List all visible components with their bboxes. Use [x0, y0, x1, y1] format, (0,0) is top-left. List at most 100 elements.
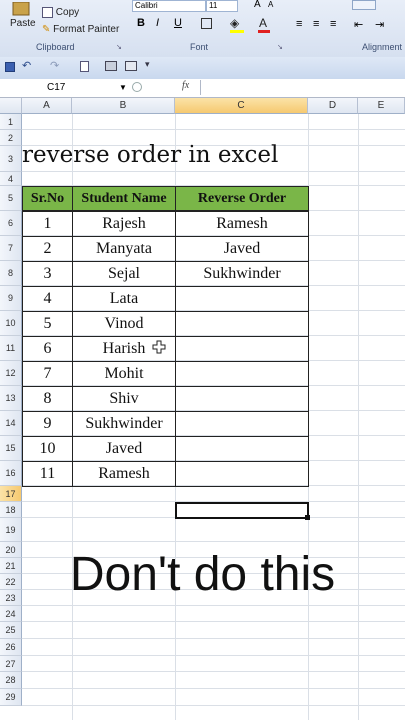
- row-header[interactable]: 10: [0, 311, 22, 336]
- column-header-b[interactable]: B: [72, 98, 175, 114]
- row-header[interactable]: 27: [0, 656, 22, 672]
- srno-cell[interactable]: 10: [22, 436, 73, 462]
- row-header[interactable]: 19: [0, 518, 22, 542]
- font-size-select[interactable]: 11: [206, 0, 238, 12]
- student-name-cell[interactable]: Manyata: [72, 236, 176, 262]
- row-header[interactable]: 7: [0, 236, 22, 261]
- row-header[interactable]: 16: [0, 461, 22, 486]
- row-header[interactable]: 9: [0, 286, 22, 311]
- student-name-cell[interactable]: Shiv: [72, 386, 176, 412]
- selected-cell-c17[interactable]: [175, 502, 309, 519]
- border-icon[interactable]: [201, 18, 212, 29]
- save-icon[interactable]: [5, 62, 15, 72]
- reverse-order-cell[interactable]: [175, 361, 309, 387]
- customize-toolbar-icon[interactable]: ▾: [145, 59, 150, 70]
- column-header-e[interactable]: E: [358, 98, 405, 114]
- print-icon[interactable]: [105, 61, 117, 71]
- paste-button[interactable]: Paste: [4, 2, 38, 40]
- italic-button[interactable]: I: [156, 17, 159, 29]
- row-header[interactable]: 5: [0, 186, 22, 211]
- reverse-order-cell[interactable]: [175, 411, 309, 437]
- header-srno[interactable]: Sr.No: [22, 186, 73, 211]
- increase-indent-button[interactable]: ⇥: [375, 18, 384, 31]
- srno-cell[interactable]: 9: [22, 411, 73, 437]
- font-launcher-icon[interactable]: ↘: [277, 43, 283, 51]
- srno-cell[interactable]: 4: [22, 286, 73, 312]
- srno-cell[interactable]: 1: [22, 211, 73, 237]
- reverse-order-cell[interactable]: [175, 436, 309, 462]
- clipboard-launcher-icon[interactable]: ↘: [116, 43, 122, 51]
- reverse-order-cell[interactable]: Sukhwinder: [175, 261, 309, 287]
- student-name-cell[interactable]: Javed: [72, 436, 176, 462]
- reverse-order-cell[interactable]: [175, 311, 309, 337]
- row-header[interactable]: 29: [0, 689, 22, 706]
- font-color-icon[interactable]: A: [259, 16, 267, 30]
- row-header[interactable]: 1: [0, 114, 22, 130]
- row-header[interactable]: 12: [0, 361, 22, 386]
- student-name-cell[interactable]: Sukhwinder: [72, 411, 176, 437]
- row-header[interactable]: 25: [0, 622, 22, 639]
- srno-cell[interactable]: 5: [22, 311, 73, 337]
- srno-cell[interactable]: 6: [22, 336, 73, 362]
- undo-icon[interactable]: ↶: [22, 59, 31, 72]
- student-name-cell[interactable]: Lata: [72, 286, 176, 312]
- student-name-cell[interactable]: Rajesh: [72, 211, 176, 237]
- row-header[interactable]: 24: [0, 606, 22, 622]
- reverse-order-cell[interactable]: [175, 336, 309, 362]
- name-box[interactable]: C17 ▼: [0, 80, 128, 95]
- srno-cell[interactable]: 2: [22, 236, 73, 262]
- grow-font-button[interactable]: A: [254, 0, 261, 10]
- fill-color-icon[interactable]: ◈: [230, 16, 239, 30]
- redo-icon[interactable]: ↷: [50, 59, 59, 72]
- srno-cell[interactable]: 3: [22, 261, 73, 287]
- header-reverse-order[interactable]: Reverse Order: [175, 186, 309, 211]
- row-header[interactable]: 11: [0, 336, 22, 361]
- srno-cell[interactable]: 7: [22, 361, 73, 387]
- align-center-button[interactable]: ≡: [313, 18, 319, 30]
- align-left-button[interactable]: ≡: [296, 18, 302, 30]
- row-header[interactable]: 18: [0, 502, 22, 518]
- row-header[interactable]: 4: [0, 172, 22, 186]
- row-header[interactable]: 8: [0, 261, 22, 286]
- student-name-cell[interactable]: Vinod: [72, 311, 176, 337]
- row-header[interactable]: 13: [0, 386, 22, 411]
- formula-input[interactable]: [200, 80, 405, 95]
- decrease-indent-button[interactable]: ⇤: [354, 18, 363, 31]
- bold-button[interactable]: B: [137, 17, 145, 29]
- underline-button[interactable]: U: [174, 17, 182, 29]
- srno-cell[interactable]: 11: [22, 461, 73, 487]
- reverse-order-cell[interactable]: [175, 461, 309, 487]
- row-header[interactable]: 17: [0, 486, 22, 502]
- print-preview-icon[interactable]: [125, 61, 137, 71]
- row-header[interactable]: 15: [0, 436, 22, 461]
- student-name-cell[interactable]: Mohit: [72, 361, 176, 387]
- reverse-order-cell[interactable]: Javed: [175, 236, 309, 262]
- student-name-cell[interactable]: Ramesh: [72, 461, 176, 487]
- clear-format-button[interactable]: [352, 0, 376, 10]
- select-all-corner[interactable]: [0, 98, 22, 114]
- reverse-order-cell[interactable]: Ramesh: [175, 211, 309, 237]
- new-file-icon[interactable]: [80, 61, 89, 72]
- column-header-d[interactable]: D: [308, 98, 358, 114]
- column-header-c[interactable]: C: [175, 98, 308, 114]
- row-header[interactable]: 28: [0, 672, 22, 689]
- shrink-font-button[interactable]: A: [268, 0, 273, 9]
- fx-icon[interactable]: fx: [182, 80, 189, 91]
- formula-bar-resize-handle[interactable]: [132, 82, 142, 92]
- column-header-a[interactable]: A: [22, 98, 72, 114]
- header-student-name[interactable]: Student Name: [72, 186, 176, 211]
- srno-cell[interactable]: 8: [22, 386, 73, 412]
- align-right-button[interactable]: ≡: [330, 18, 336, 30]
- font-name-select[interactable]: Calibri: [132, 0, 206, 12]
- reverse-order-cell[interactable]: [175, 386, 309, 412]
- row-header[interactable]: 26: [0, 639, 22, 656]
- fill-handle[interactable]: [305, 515, 310, 520]
- row-header[interactable]: 3: [0, 146, 22, 172]
- row-header[interactable]: 2: [0, 130, 22, 146]
- row-header[interactable]: 14: [0, 411, 22, 436]
- format-painter-button[interactable]: ✎ Format Painter: [42, 24, 119, 35]
- reverse-order-cell[interactable]: [175, 286, 309, 312]
- copy-button[interactable]: Copy: [42, 7, 79, 18]
- row-header[interactable]: 6: [0, 211, 22, 236]
- student-name-cell[interactable]: Sejal: [72, 261, 176, 287]
